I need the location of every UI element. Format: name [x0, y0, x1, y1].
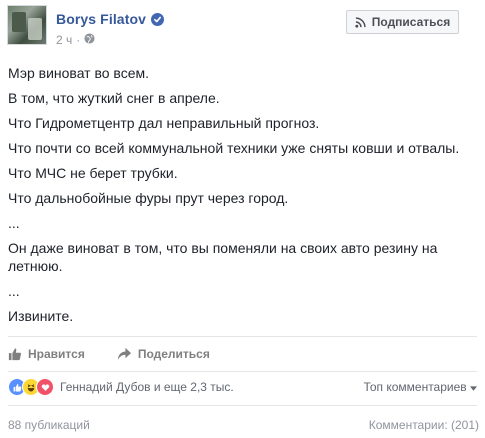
- like-button[interactable]: Нравится: [8, 347, 85, 361]
- post-line: Что дальнобойные фуры прут через город.: [8, 190, 289, 206]
- top-comments-label: Топ комментариев: [363, 380, 467, 394]
- post-line: Что МЧС не берет трубки.: [8, 165, 178, 181]
- post-line: Извините.: [8, 308, 74, 324]
- meta-separator: ·: [76, 33, 81, 47]
- caret-down-icon: [470, 380, 477, 394]
- post-line: Он даже виноват в том, что вы поменяли н…: [8, 240, 438, 274]
- like-label: Нравится: [28, 347, 85, 361]
- thumbs-up-icon: [8, 347, 22, 361]
- reactions-bar: Геннадий Дубов и еще 2,3 тыс. Топ коммен…: [8, 378, 483, 396]
- divider: [8, 336, 477, 337]
- share-button[interactable]: Поделиться: [117, 347, 210, 361]
- post-text: Мэр виноват во всем. В том, что жуткий с…: [8, 64, 478, 332]
- love-reaction-icon: [36, 378, 54, 396]
- share-icon: [117, 347, 132, 361]
- post-header: Borys Filatov 2 ч · Подписаться: [0, 0, 485, 56]
- post-line: Что почти со всей коммунальной техники у…: [8, 140, 460, 156]
- post-footer: 88 публикаций Комментарии: (201): [8, 418, 483, 432]
- subscribe-label: Подписаться: [371, 15, 451, 29]
- post-line: ...: [8, 283, 20, 299]
- divider: [8, 405, 477, 406]
- avatar[interactable]: [7, 5, 47, 45]
- publications-count[interactable]: 88 публикаций: [8, 418, 90, 432]
- author-row: Borys Filatov: [56, 11, 164, 27]
- top-comments-dropdown[interactable]: Топ комментариев: [363, 380, 477, 394]
- author-name[interactable]: Borys Filatov: [56, 11, 146, 27]
- divider: [8, 371, 477, 372]
- post-line: В том, что жуткий снег в апреле.: [8, 90, 220, 106]
- share-label: Поделиться: [137, 347, 210, 361]
- comments-count[interactable]: Комментарии: (201): [369, 418, 479, 432]
- rss-icon: [355, 16, 366, 28]
- verified-badge-icon: [151, 12, 164, 26]
- reaction-icons[interactable]: [8, 378, 54, 396]
- subscribe-button[interactable]: Подписаться: [346, 10, 459, 34]
- post-meta: 2 ч ·: [56, 33, 95, 47]
- post-line: Что Гидрометцентр дал неправильный прогн…: [8, 115, 320, 131]
- facebook-post: Borys Filatov 2 ч · Подписаться Мэр вино…: [0, 0, 485, 438]
- post-actions: Нравится Поделиться: [8, 344, 242, 364]
- post-line: Мэр виноват во всем.: [8, 65, 150, 81]
- post-timestamp[interactable]: 2 ч: [56, 33, 72, 47]
- globe-icon[interactable]: [84, 33, 95, 47]
- post-line: ...: [8, 215, 20, 231]
- reactions-summary[interactable]: Геннадий Дубов и еще 2,3 тыс.: [60, 380, 234, 394]
